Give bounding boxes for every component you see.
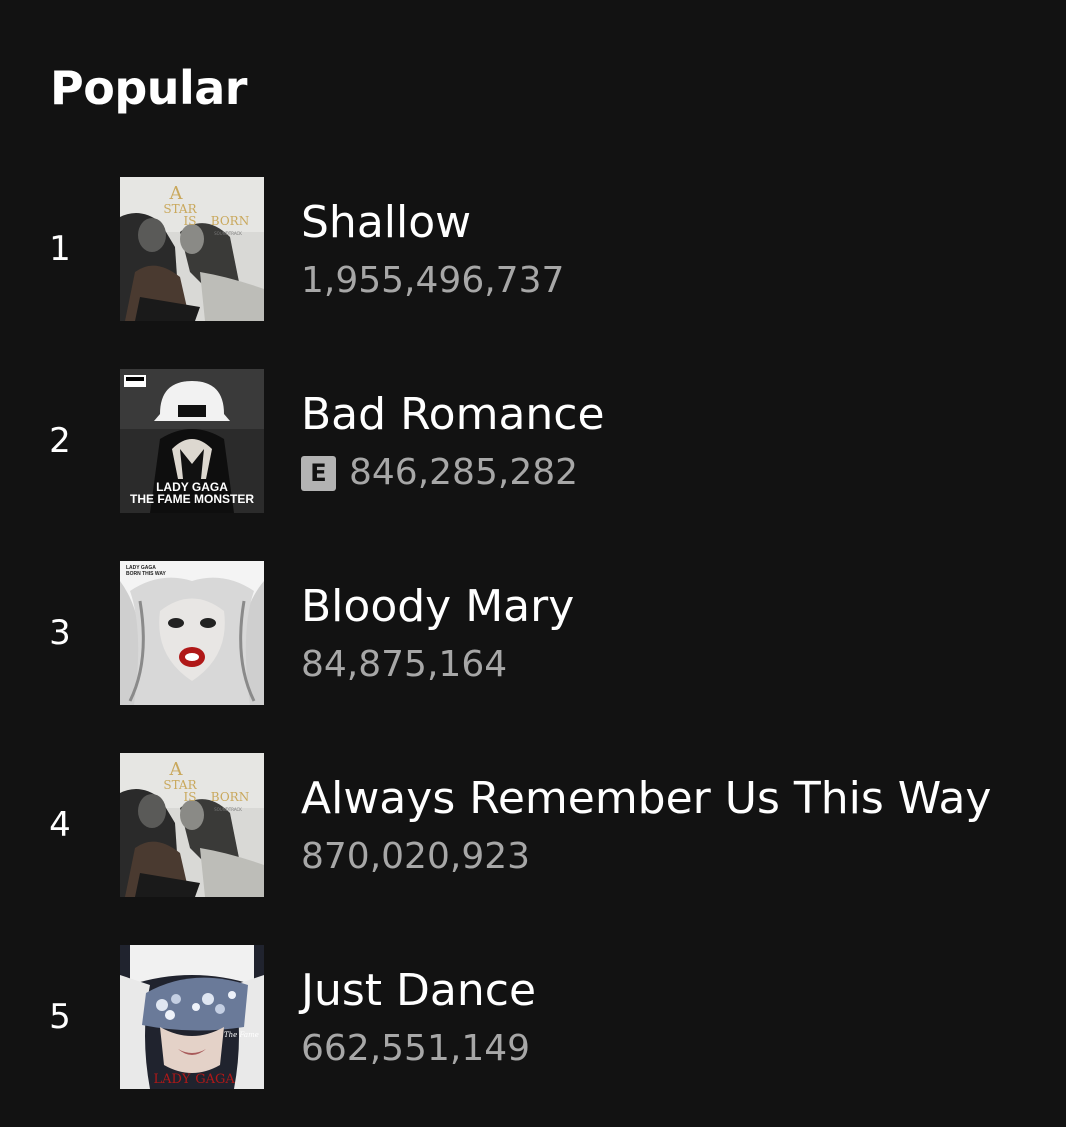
track-meta: 1,955,496,737 [301,259,564,303]
cover-text: A [169,183,184,204]
play-count: 870,020,923 [301,836,531,877]
play-count: 846,285,282 [349,452,579,493]
track-title[interactable]: Bad Romance [301,389,605,441]
album-cover-a-star-is-born[interactable]: A STAR IS BORN SOUNDTRACK [120,753,264,897]
track-title[interactable]: Shallow [301,197,471,249]
cover-text: GAGA [195,1072,235,1087]
track-number: 5 [49,997,71,1037]
cover-text: The Fame [224,1031,259,1039]
track-number: 2 [49,421,71,461]
cover-text: LADY [153,1072,190,1087]
track-row[interactable]: 1 A STAR IS BORN SOUNDTRACK Shallow 1,95… [0,177,1066,321]
track-row[interactable]: 3 LADY GAGA BORN THIS WAY Bloody Mary 84… [0,561,1066,705]
cover-text: THE FAME MONSTER [130,492,254,506]
cover-text: BORN [211,790,249,804]
album-cover-the-fame[interactable]: The Fame LADY GAGA [120,945,264,1089]
cover-text: A [169,759,184,780]
album-cover-born-this-way[interactable]: LADY GAGA BORN THIS WAY [120,561,264,705]
track-row[interactable]: 4 A STAR IS BORN SOUNDTRACK Always Remem… [0,753,1066,897]
track-meta: 662,551,149 [301,1027,530,1071]
track-row[interactable]: 2 LADY GAGA THE FAME MONSTER Bad Romance… [0,369,1066,513]
play-count: 84,875,164 [301,644,508,685]
track-number: 1 [49,229,71,269]
track-meta: 84,875,164 [301,643,507,687]
track-title[interactable]: Always Remember Us This Way [301,773,991,825]
album-cover-the-fame-monster[interactable]: LADY GAGA THE FAME MONSTER [120,369,264,513]
track-title[interactable]: Bloody Mary [301,581,574,633]
album-cover-a-star-is-born[interactable]: A STAR IS BORN SOUNDTRACK [120,177,264,321]
play-count: 662,551,149 [301,1028,531,1069]
track-number: 4 [49,805,71,845]
cover-text: IS [184,214,197,228]
play-count: 1,955,496,737 [301,260,565,301]
track-row[interactable]: 5 The Fame LADY GAGA Just Dance 662,551,… [0,945,1066,1089]
explicit-badge: E [301,455,336,491]
cover-text: SOUNDTRACK [214,231,242,236]
cover-text: SOUNDTRACK [214,807,242,812]
track-number: 3 [49,613,71,653]
cover-text: BORN THIS WAY [126,571,166,577]
cover-text: IS [184,790,197,804]
cover-text: BORN [211,214,249,228]
section-title: Popular [50,61,248,115]
track-meta: 870,020,923 [301,835,530,879]
track-title[interactable]: Just Dance [301,965,536,1017]
track-meta: E 846,285,282 [301,451,578,495]
